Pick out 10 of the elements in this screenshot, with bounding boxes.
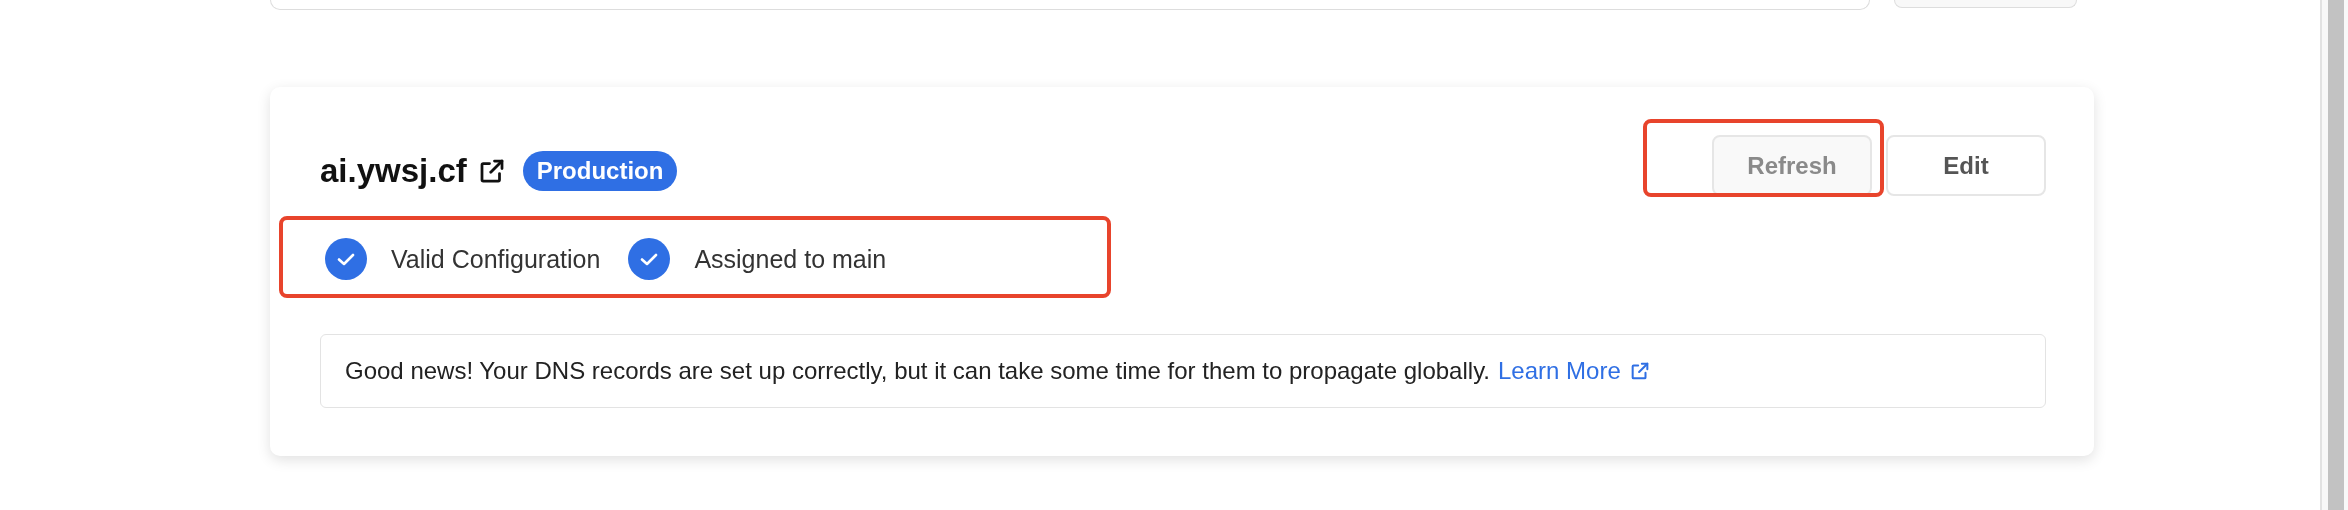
action-button[interactable]: Edit	[1886, 135, 2046, 196]
learn-more-link[interactable]: Learn More	[1498, 357, 1651, 385]
scrollbar-thumb[interactable]	[2328, 0, 2344, 510]
domain-title: ai.ywsj.cf	[320, 151, 467, 190]
scrollbar[interactable]	[2320, 0, 2348, 510]
environment-badge: Production	[522, 150, 678, 191]
status-label: Valid Configuration	[391, 244, 601, 274]
status-label: Assigned to main	[694, 244, 887, 274]
notice-text: Good news! Your DNS records are set up correctly, but it can take some time for them to propagate globally.	[345, 357, 1490, 385]
secondary-button[interactable]	[1894, 0, 2077, 8]
